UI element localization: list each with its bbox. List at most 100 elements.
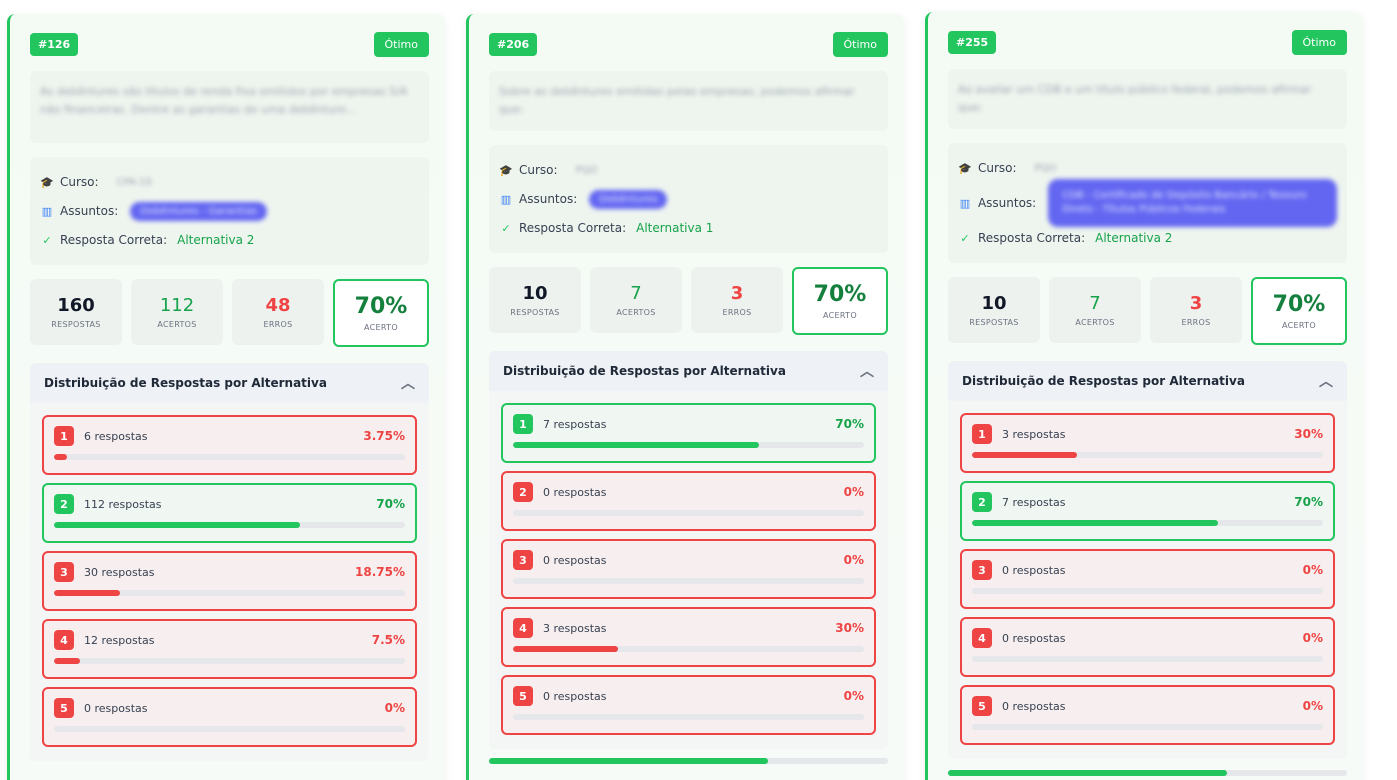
alternative-row[interactable]: 3 30 respostas 18.75%	[42, 551, 417, 611]
alternative-number: 4	[54, 630, 74, 650]
stat-respostas: 10 RESPOSTAS	[948, 277, 1040, 343]
question-id-badge: #206	[489, 33, 538, 56]
rating-badge: Ótimo	[1291, 30, 1347, 55]
stat-caption: ACERTO	[364, 323, 398, 332]
alternative-row[interactable]: 3 0 respostas 0%	[960, 549, 1335, 609]
distribution-header[interactable]: Distribuição de Respostas por Alternativ…	[948, 361, 1347, 401]
distribution-panel: Distribuição de Respostas por Alternativ…	[30, 363, 429, 761]
alternative-row[interactable]: 5 0 respostas 0%	[42, 687, 417, 747]
correct-answer-label: Resposta Correta:	[978, 231, 1086, 245]
alternative-row[interactable]: 4 12 respostas 7.5%	[42, 619, 417, 679]
chevron-up-icon[interactable]: ︿	[401, 373, 415, 393]
alternative-count: 7 respostas	[1002, 495, 1066, 509]
question-preview: Sobre as debêntures emitidas pelas empre…	[489, 71, 888, 131]
stat-value: 48	[265, 295, 291, 316]
stat-acertos: 7 ACERTOS	[590, 267, 682, 333]
question-text: As debêntures são títulos de renda fixa …	[40, 85, 408, 116]
subject-tag[interactable]: Debêntures - Garantias	[130, 201, 267, 221]
stat-erros: 48 ERROS	[232, 279, 324, 345]
alternative-row[interactable]: 2 7 respostas 70%	[960, 481, 1335, 541]
stat-value: 7	[630, 283, 642, 304]
alternative-row[interactable]: 5 0 respostas 0%	[501, 675, 876, 735]
stat-erros: 3 ERROS	[691, 267, 783, 333]
book-open-icon: ▥	[959, 196, 971, 210]
alternative-row[interactable]: 5 0 respostas 0%	[960, 685, 1335, 745]
question-card[interactable]: #255 Ótimo Ao avaliar um CDB e um título…	[925, 12, 1363, 780]
question-card[interactable]: #206 Ótimo Sobre as debêntures emitidas …	[466, 14, 904, 780]
curso-value: PQO	[1034, 162, 1057, 174]
stat-value: 70%	[1272, 292, 1326, 317]
distribution-header[interactable]: Distribuição de Respostas por Alternativ…	[489, 351, 888, 391]
stat-value: 3	[1189, 293, 1203, 314]
distribution-panel: Distribuição de Respostas por Alternativ…	[948, 361, 1347, 759]
alternative-number: 3	[972, 560, 992, 580]
alternative-bar-track	[972, 724, 1323, 730]
stats-row: 10 RESPOSTAS 7 ACERTOS 3 ERROS 70% ACERT…	[948, 277, 1347, 345]
alternative-percent: 70%	[376, 497, 405, 511]
alternative-number: 2	[54, 494, 74, 514]
alternative-row[interactable]: 2 112 respostas 70%	[42, 483, 417, 543]
stat-caption: ACERTO	[823, 311, 857, 320]
question-text: Sobre as debêntures emitidas pelas empre…	[499, 85, 855, 116]
stat-caption: ERROS	[263, 320, 293, 329]
stat-caption: RESPOSTAS	[969, 318, 1019, 327]
alternative-count: 0 respostas	[1002, 631, 1066, 645]
alternative-percent: 0%	[1302, 699, 1323, 713]
alternative-percent: 3.75%	[363, 429, 405, 443]
alternative-number: 5	[54, 698, 74, 718]
stat-value: 10	[981, 293, 1007, 314]
chevron-up-icon[interactable]: ︿	[860, 361, 874, 381]
stat-acerto-percent: 70% ACERTO	[792, 267, 888, 335]
alternative-percent: 7.5%	[371, 633, 405, 647]
card-header: #255 Ótimo	[928, 12, 1363, 55]
question-card[interactable]: #126 Ótimo As debêntures são títulos de …	[7, 14, 445, 780]
alternative-row[interactable]: 1 3 respostas 30%	[960, 413, 1335, 473]
distribution-header[interactable]: Distribuição de Respostas por Alternativ…	[30, 363, 429, 403]
chevron-up-icon[interactable]: ︿	[1319, 371, 1333, 391]
distribution-panel: Distribuição de Respostas por Alternativ…	[489, 351, 888, 749]
alternative-count: 0 respostas	[84, 701, 148, 715]
question-meta: 🎓 Curso: CPA-10 ▥ Assuntos: Debêntures -…	[30, 157, 429, 265]
distribution-title: Distribuição de Respostas por Alternativ…	[962, 374, 1245, 388]
alternative-percent: 0%	[843, 485, 864, 499]
stat-value: 160	[57, 295, 95, 316]
alternative-percent: 30%	[1294, 427, 1323, 441]
alternative-percent: 30%	[835, 621, 864, 635]
alternative-row[interactable]: 4 0 respostas 0%	[960, 617, 1335, 677]
alternative-row[interactable]: 4 3 respostas 30%	[501, 607, 876, 667]
alternative-number: 1	[972, 424, 992, 444]
alternative-bar-fill	[513, 442, 759, 448]
alternative-bar-fill	[513, 646, 619, 652]
graduation-cap-icon: 🎓	[40, 175, 54, 189]
alternative-bar-fill	[54, 658, 81, 664]
stat-value: 3	[730, 283, 744, 304]
rating-badge: Ótimo	[373, 32, 429, 57]
stat-value: 112	[159, 295, 195, 316]
alternative-count: 3 respostas	[1002, 427, 1066, 441]
stat-value: 7	[1089, 293, 1101, 314]
stat-caption: ACERTOS	[1075, 318, 1115, 327]
alternative-number: 1	[513, 414, 533, 434]
stat-caption: ACERTOS	[616, 308, 656, 317]
alternatives-list: 1 3 respostas 30% 2 7 respostas 70% 3 0 respost…	[948, 401, 1347, 759]
stat-value: 10	[522, 283, 548, 304]
alternative-count: 0 respostas	[543, 553, 607, 567]
alternative-row[interactable]: 2 0 respostas 0%	[501, 471, 876, 531]
question-preview: As debêntures são títulos de renda fixa …	[30, 71, 429, 143]
stat-respostas: 160 RESPOSTAS	[30, 279, 122, 345]
check-circle-icon: ✓	[960, 231, 970, 245]
alternative-count: 6 respostas	[84, 429, 148, 443]
alternative-bar-track	[972, 588, 1323, 594]
stat-value: 70%	[354, 294, 408, 319]
subject-tag[interactable]: CDB - Certificado de Depósito Bancário /…	[1048, 179, 1337, 227]
alternative-row[interactable]: 3 0 respostas 0%	[501, 539, 876, 599]
graduation-cap-icon: 🎓	[958, 161, 972, 175]
alternative-percent: 0%	[384, 701, 405, 715]
stat-caption: ACERTOS	[157, 320, 197, 329]
alternative-bar-track	[972, 520, 1323, 526]
stat-acerto-percent: 70% ACERTO	[333, 279, 429, 347]
alternative-row[interactable]: 1 6 respostas 3.75%	[42, 415, 417, 475]
subject-tag[interactable]: Debêntures	[589, 189, 668, 209]
stat-caption: ERROS	[722, 308, 752, 317]
alternative-row[interactable]: 1 7 respostas 70%	[501, 403, 876, 463]
